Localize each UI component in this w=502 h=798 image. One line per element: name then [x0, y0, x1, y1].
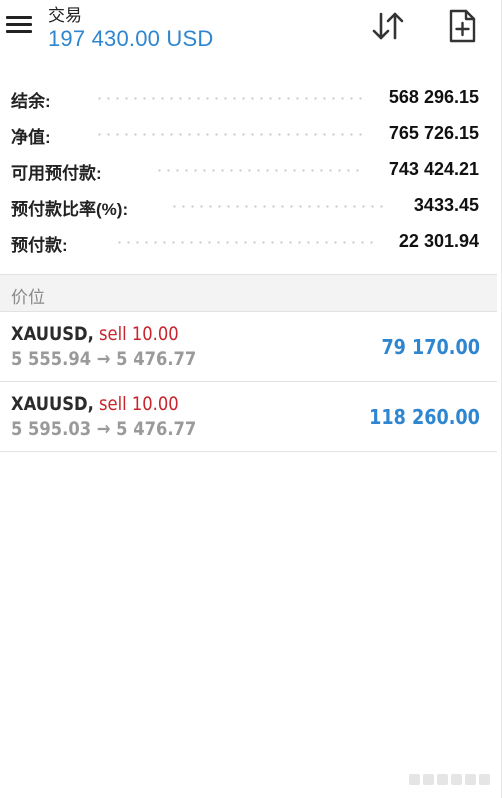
app-frame: 交易 197 430.00 USD 结余: 568 296.15 净值: 765… [0, 0, 502, 798]
top-bar: 交易 197 430.00 USD [0, 0, 502, 66]
position-row[interactable]: XAUUSD, sell 10.00 5 595.03 → 5 476.77 1… [0, 382, 497, 452]
summary-label: 净值: [11, 128, 51, 147]
summary-value: 743 424.21 [388, 159, 479, 179]
summary-value: 3433.45 [413, 195, 479, 215]
dot-leader [170, 205, 388, 208]
add-document-icon [449, 9, 476, 43]
position-profit: 118 260.00 [369, 405, 480, 429]
position-header: XAUUSD, sell 10.00 [11, 393, 179, 415]
menu-icon-bar [6, 16, 32, 19]
summary-row-equity: 净值: 765 726.15 [0, 116, 502, 152]
position-header: XAUUSD, sell 10.00 [11, 323, 179, 345]
position-prices: 5 595.03 → 5 476.77 [11, 418, 197, 440]
position-prices: 5 555.94 → 5 476.77 [11, 348, 197, 370]
summary-row-margin: 预付款: 22 301.94 [0, 224, 502, 260]
sort-icon [372, 12, 404, 40]
watermark [409, 772, 495, 790]
summary-value: 765 726.15 [388, 123, 479, 143]
positions-section-header: 价位 [0, 274, 497, 312]
sort-button[interactable] [369, 9, 407, 43]
position-symbol: XAUUSD [11, 393, 88, 415]
positions-list: XAUUSD, sell 10.00 5 555.94 → 5 476.77 7… [0, 312, 497, 452]
section-title: 价位 [11, 288, 45, 307]
summary-row-free-margin: 可用预付款: 743 424.21 [0, 152, 502, 188]
dot-leader [115, 241, 375, 244]
position-separator: , [87, 323, 94, 345]
dot-leader [95, 97, 365, 100]
position-side-volume: sell 10.00 [99, 323, 179, 345]
account-summary: 结余: 568 296.15 净值: 765 726.15 可用预付款: 743… [0, 80, 502, 260]
position-profit: 79 170.00 [381, 335, 480, 359]
new-order-button[interactable] [444, 8, 480, 44]
dot-leader [155, 169, 365, 172]
summary-label: 预付款: [11, 236, 68, 255]
dot-leader [95, 133, 365, 136]
header-balance: 197 430.00 USD [48, 26, 214, 51]
summary-label: 结余: [11, 92, 51, 111]
summary-row-balance: 结余: 568 296.15 [0, 80, 502, 116]
summary-row-margin-level: 预付款比率(%): 3433.45 [0, 188, 502, 224]
position-separator: , [87, 393, 94, 415]
summary-value: 568 296.15 [388, 87, 479, 107]
menu-icon-bar [6, 23, 32, 26]
position-symbol: XAUUSD [11, 323, 88, 345]
position-side-volume: sell 10.00 [99, 393, 179, 415]
summary-value: 22 301.94 [398, 231, 479, 251]
menu-button[interactable] [6, 14, 32, 36]
page-title: 交易 [48, 6, 82, 25]
menu-icon-bar [6, 30, 32, 33]
summary-label: 预付款比率(%): [11, 200, 129, 219]
summary-label: 可用预付款: [11, 164, 102, 183]
position-row[interactable]: XAUUSD, sell 10.00 5 555.94 → 5 476.77 7… [0, 312, 497, 382]
